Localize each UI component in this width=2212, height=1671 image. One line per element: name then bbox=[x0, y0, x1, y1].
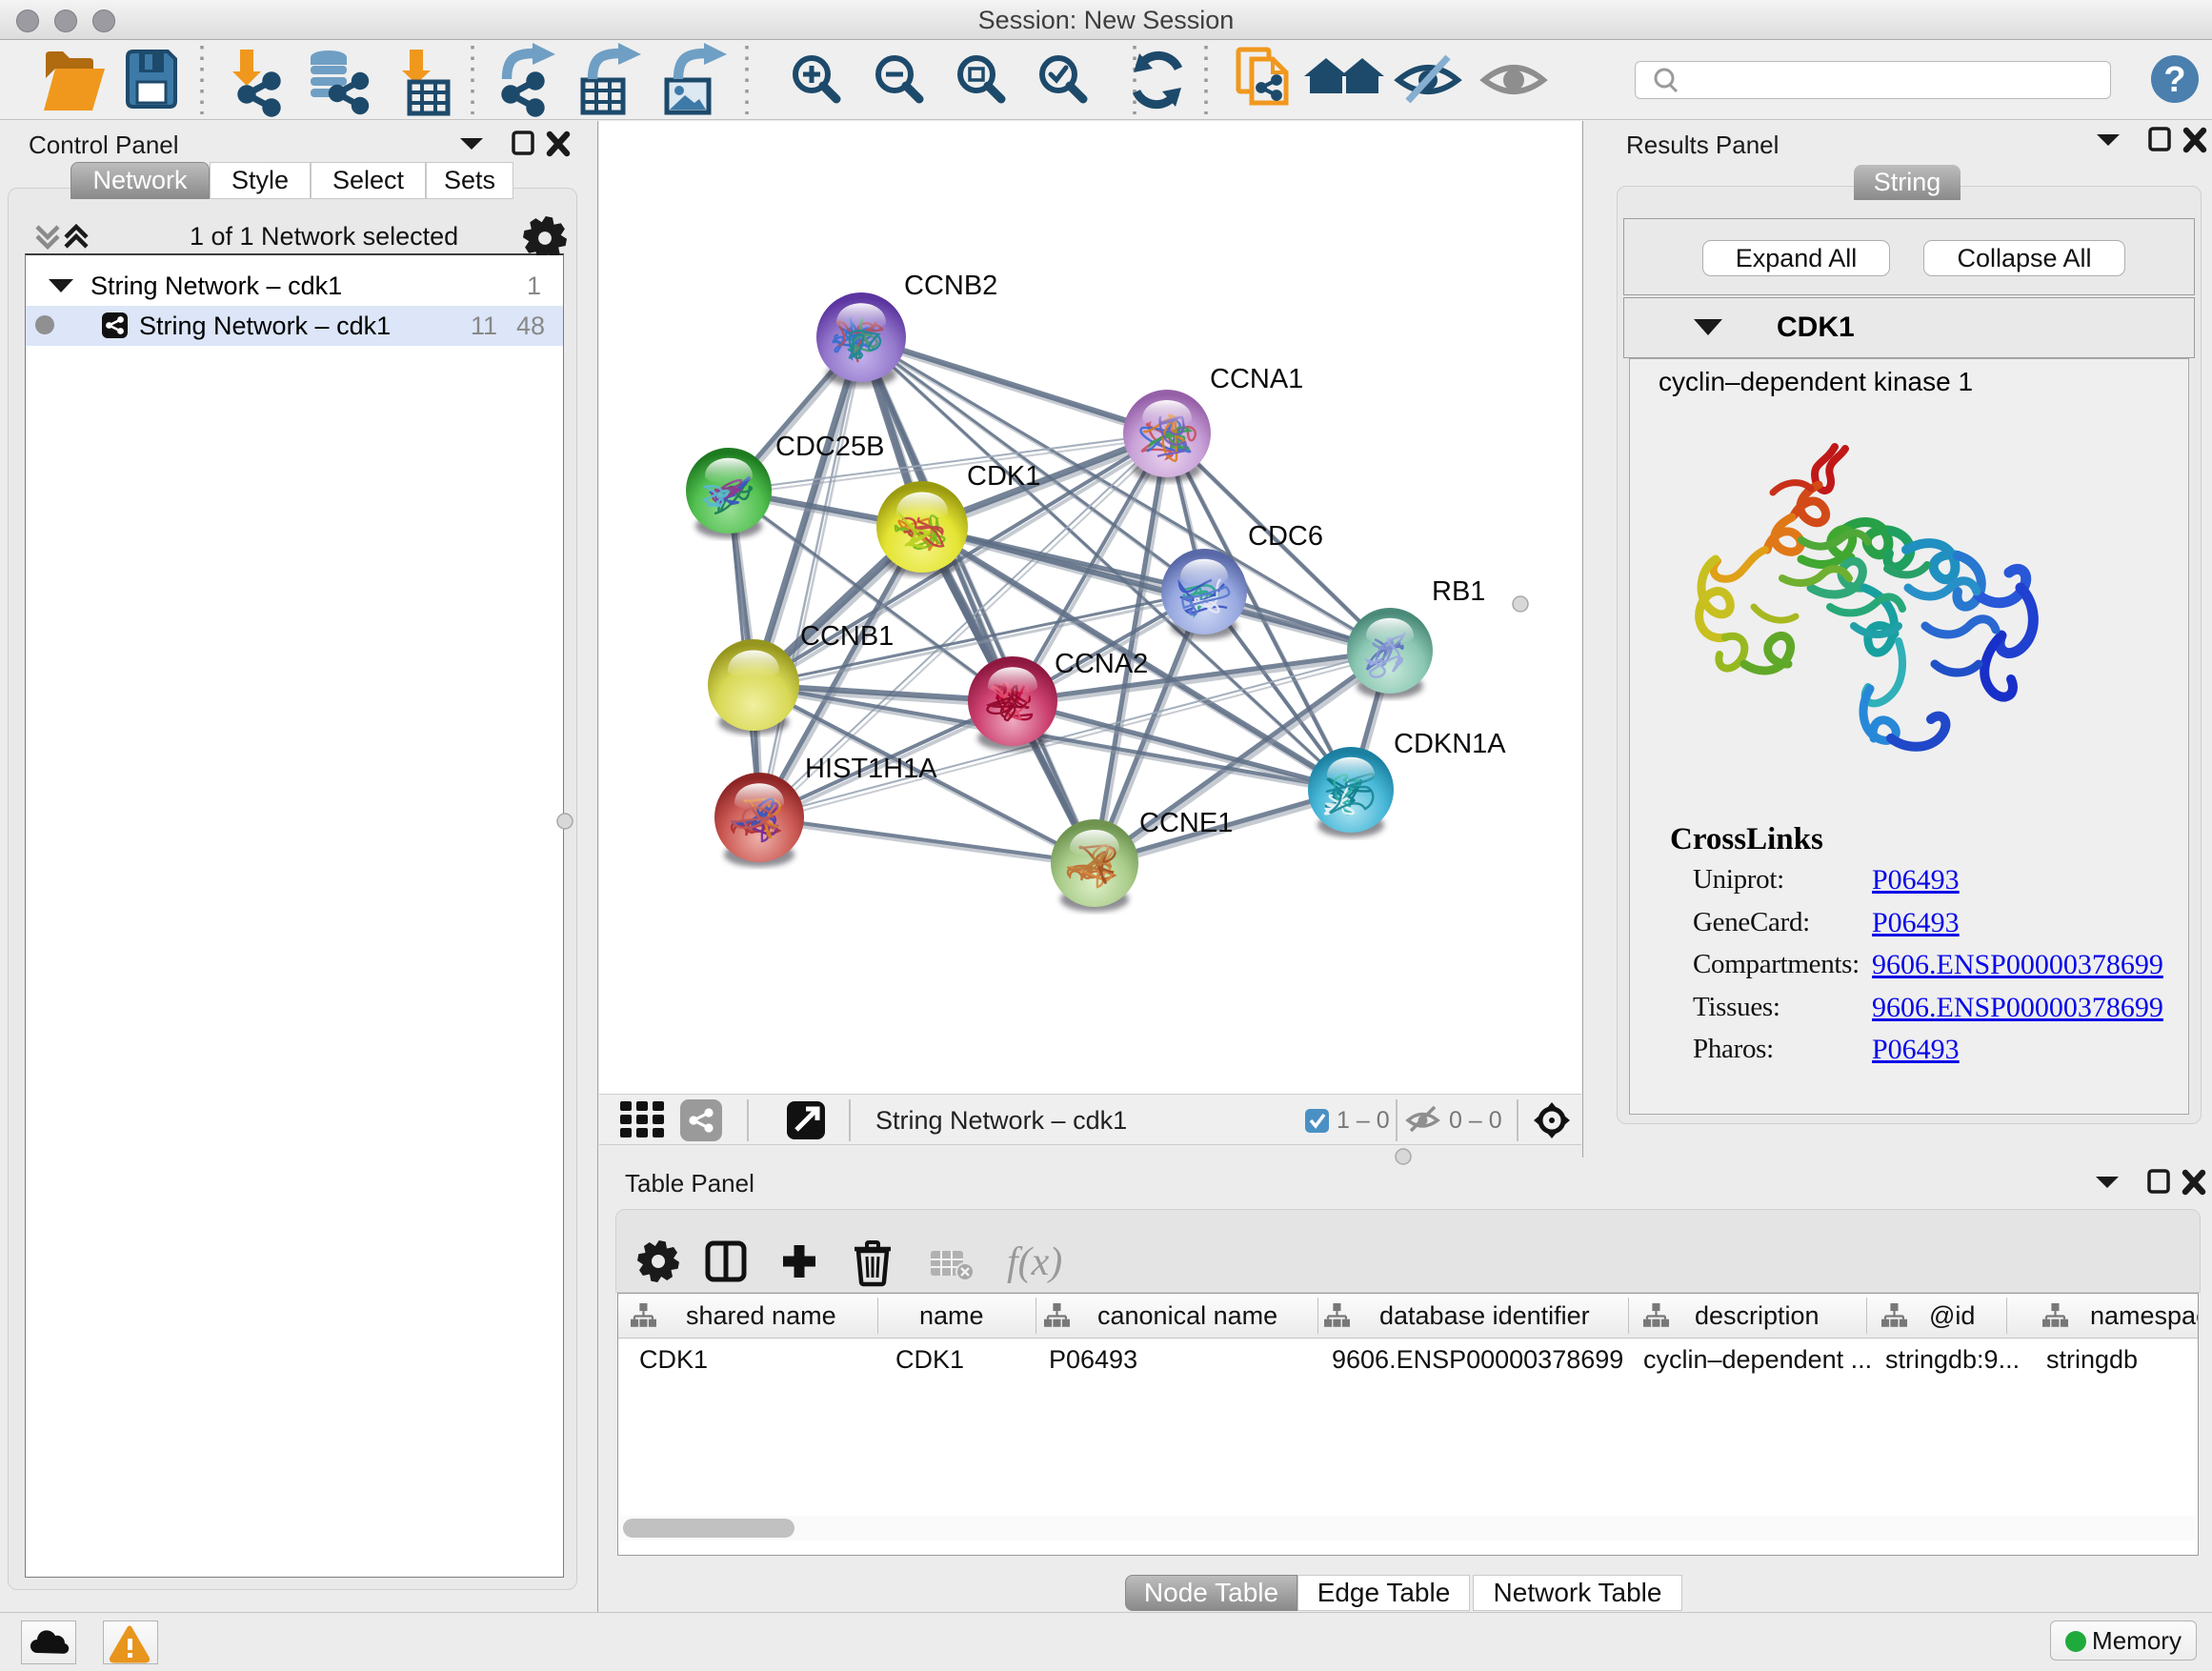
svg-text:HIST1H1A: HIST1H1A bbox=[805, 754, 937, 784]
svg-text:CCNA2: CCNA2 bbox=[1055, 649, 1148, 679]
svg-text:CDC25B: CDC25B bbox=[775, 432, 884, 462]
svg-text:?: ? bbox=[2163, 60, 2185, 100]
svg-text:1 – 0: 1 – 0 bbox=[1337, 1107, 1390, 1134]
svg-text:CCNE1: CCNE1 bbox=[1139, 808, 1233, 838]
svg-text:CCNB2: CCNB2 bbox=[904, 271, 997, 301]
svg-text:CDKN1A: CDKN1A bbox=[1394, 729, 1506, 759]
svg-text:RB1: RB1 bbox=[1432, 576, 1485, 607]
svg-text:f(x): f(x) bbox=[1007, 1240, 1062, 1284]
svg-text:CCNB1: CCNB1 bbox=[800, 621, 894, 652]
svg-text:CDK1: CDK1 bbox=[967, 461, 1040, 492]
svg-text:0 – 0: 0 – 0 bbox=[1449, 1107, 1502, 1134]
svg-text:CDC6: CDC6 bbox=[1248, 521, 1323, 552]
svg-text:CCNA1: CCNA1 bbox=[1210, 364, 1303, 394]
